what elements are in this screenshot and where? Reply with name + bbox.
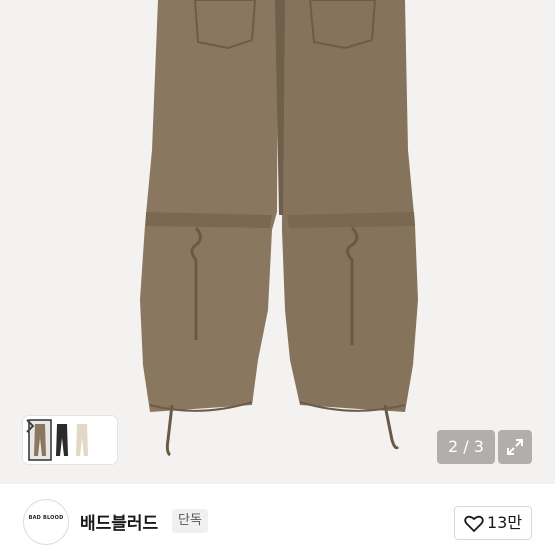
expand-button[interactable]	[498, 430, 532, 464]
chevron-right-icon[interactable]	[23, 416, 37, 436]
expand-icon	[507, 439, 523, 455]
thumbnail-strip[interactable]	[23, 416, 117, 464]
exclusive-badge: 단독	[172, 509, 208, 533]
shop-name[interactable]: 배드블러드	[80, 509, 158, 534]
shop-logo[interactable]: BAD BLOOD	[23, 499, 69, 545]
shop-bar: BAD BLOOD 배드블러드 단독 13만	[0, 484, 555, 555]
like-button[interactable]: 13만	[454, 506, 532, 540]
like-count: 13만	[487, 513, 523, 532]
heart-icon	[464, 515, 484, 533]
product-image[interactable]	[0, 0, 555, 484]
shop-logo-text: BAD BLOOD	[28, 515, 64, 521]
image-counter: 2 / 3	[437, 430, 495, 464]
